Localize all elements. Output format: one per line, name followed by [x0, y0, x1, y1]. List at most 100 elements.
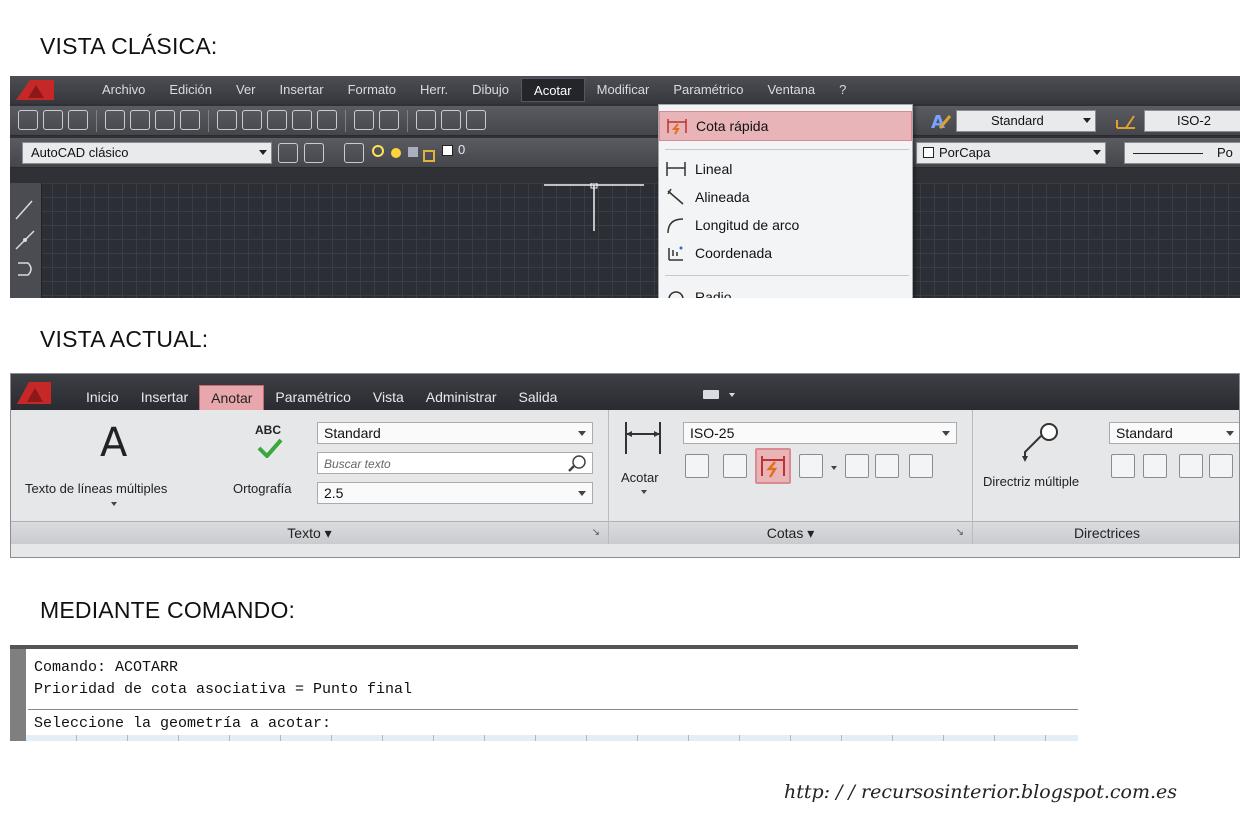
classic-view-title: VISTA CLÁSICA:	[40, 33, 218, 59]
dim-inspect-icon[interactable]	[723, 454, 747, 478]
dim-style-combo[interactable]: ISO-25	[683, 422, 957, 444]
text-height-combo[interactable]: 2.5	[317, 482, 593, 504]
block-editor-icon[interactable]	[317, 110, 337, 130]
dim-space-icon[interactable]	[845, 454, 869, 478]
print-preview-icon[interactable]	[130, 110, 150, 130]
current-layer-name[interactable]: 0	[458, 142, 465, 157]
save-icon[interactable]	[68, 110, 88, 130]
cut-icon[interactable]	[217, 110, 237, 130]
zoom-realtime-icon[interactable]	[441, 110, 461, 130]
menu-acotar[interactable]: Acotar	[521, 78, 585, 102]
color-combo[interactable]: PorCapa	[916, 142, 1106, 164]
ordinate-dimension-icon	[668, 246, 683, 261]
tab-anotar[interactable]: Anotar	[199, 385, 265, 410]
dim-jog-line-icon[interactable]	[909, 454, 933, 478]
menu-item-lineal[interactable]: Lineal	[659, 155, 912, 183]
print-icon[interactable]	[105, 110, 125, 130]
copy-icon[interactable]	[242, 110, 262, 130]
collect-leader-icon[interactable]	[1209, 454, 1233, 478]
dimension-big-icon[interactable]	[623, 420, 663, 456]
match-properties-icon[interactable]	[292, 110, 312, 130]
menu-help[interactable]: ?	[827, 78, 858, 102]
workspace-settings-icon[interactable]	[278, 143, 298, 163]
3d-dwf-icon[interactable]	[180, 110, 200, 130]
line-tool-icon[interactable]	[15, 200, 33, 220]
menu-formato[interactable]: Formato	[336, 78, 408, 102]
command-prompt-input[interactable]: Seleccione la geometría a acotar:	[34, 715, 331, 732]
mtext-button-label[interactable]: Texto de líneas múltiples	[25, 481, 167, 496]
texto-panel-footer[interactable]: Texto ▾ ↘	[11, 521, 608, 544]
menu-edicion[interactable]: Edición	[157, 78, 224, 102]
tab-inicio[interactable]: Inicio	[75, 385, 130, 410]
standard-toolbar: A Standard ISO-2	[10, 106, 1240, 136]
layer-properties-icon[interactable]	[344, 143, 364, 163]
find-replace-icon[interactable]	[567, 455, 587, 473]
menu-herr[interactable]: Herr.	[408, 78, 460, 102]
text-style-combo[interactable]: Standard	[956, 110, 1096, 132]
menu-ventana[interactable]: Ventana	[755, 78, 827, 102]
cotas-panel-launcher-icon[interactable]: ↘	[956, 522, 964, 544]
multiline-text-icon[interactable]: A	[99, 420, 133, 462]
dim-continue-icon[interactable]	[799, 454, 823, 478]
cotas-panel-footer[interactable]: Cotas ▾ ↘	[609, 521, 972, 544]
tab-insertar[interactable]: Insertar	[130, 385, 199, 410]
menu-dibujo[interactable]: Dibujo	[460, 78, 521, 102]
redo-icon[interactable]	[379, 110, 399, 130]
add-leader-icon[interactable]	[1111, 454, 1135, 478]
acotar-button-label[interactable]: Acotar	[621, 470, 659, 485]
spell-check-label[interactable]: Ortografía	[233, 481, 292, 496]
directrices-panel-footer[interactable]: Directrices	[973, 521, 1239, 544]
command-history-line: Comando: ACOTARR	[34, 659, 179, 676]
tab-administrar[interactable]: Administrar	[415, 385, 508, 410]
new-file-icon[interactable]	[18, 110, 38, 130]
multileader-button-label[interactable]: Directriz múltiple	[983, 474, 1079, 489]
quick-dimension-button[interactable]	[755, 448, 791, 484]
layer-state-icons[interactable]	[370, 143, 440, 163]
search-text-input[interactable]: Buscar texto	[317, 452, 593, 474]
menu-item-radio[interactable]: Radio	[659, 283, 912, 298]
texto-panel: A Texto de líneas múltiples ABC Ortograf…	[11, 410, 609, 544]
texto-panel-launcher-icon[interactable]: ↘	[592, 522, 600, 544]
workspace-combo[interactable]: AutoCAD clásico	[22, 142, 272, 164]
menu-item-alineada[interactable]: Alineada	[659, 183, 912, 211]
quick-dimension-icon	[667, 119, 687, 135]
remove-leader-icon[interactable]	[1143, 454, 1167, 478]
paste-icon[interactable]	[267, 110, 287, 130]
pan-hand-icon[interactable]	[416, 110, 436, 130]
menu-item-coordenada[interactable]: Coordenada	[659, 239, 912, 267]
tab-salida[interactable]: Salida	[508, 385, 569, 410]
construction-line-icon[interactable]	[15, 230, 35, 250]
menu-item-cota-rapida[interactable]: Cota rápida	[659, 111, 912, 141]
menu-item-longitud-de-arco[interactable]: Longitud de arco	[659, 211, 912, 239]
undo-icon[interactable]	[354, 110, 374, 130]
menu-insertar[interactable]: Insertar	[268, 78, 336, 102]
dim-style-combo[interactable]: ISO-2	[1144, 110, 1240, 132]
text-style-icon[interactable]: A	[928, 110, 952, 132]
linetype-combo[interactable]: Po	[1124, 142, 1240, 164]
tab-parametrico[interactable]: Paramétrico	[264, 385, 361, 410]
open-folder-icon[interactable]	[43, 110, 63, 130]
autocad-logo-icon[interactable]	[14, 76, 58, 102]
zoom-window-icon[interactable]	[466, 110, 486, 130]
command-line-grip[interactable]	[10, 649, 26, 741]
tab-vista[interactable]: Vista	[362, 385, 415, 410]
publish-icon[interactable]	[155, 110, 175, 130]
polyline-tool-icon[interactable]	[18, 262, 32, 276]
menu-archivo[interactable]: Archivo	[90, 78, 157, 102]
application-menu-icon[interactable]	[15, 376, 55, 406]
dim-break-icon[interactable]	[685, 454, 709, 478]
radius-dimension-icon	[668, 291, 684, 298]
dim-style-icon[interactable]	[1114, 110, 1138, 132]
text-style-combo[interactable]: Standard	[317, 422, 593, 444]
ribbon-options-icon[interactable]	[701, 387, 741, 401]
menu-parametrico[interactable]: Paramétrico	[661, 78, 755, 102]
multileader-style-combo[interactable]: Standard	[1109, 422, 1239, 444]
menu-ver[interactable]: Ver	[224, 78, 268, 102]
menu-modificar[interactable]: Modificar	[585, 78, 662, 102]
multileader-icon[interactable]	[1019, 422, 1063, 462]
spell-check-icon[interactable]	[257, 438, 283, 458]
draw-toolbar-vertical	[10, 183, 42, 298]
dim-update-icon[interactable]	[875, 454, 899, 478]
workspace-lock-icon[interactable]	[304, 143, 324, 163]
align-leader-icon[interactable]	[1179, 454, 1203, 478]
